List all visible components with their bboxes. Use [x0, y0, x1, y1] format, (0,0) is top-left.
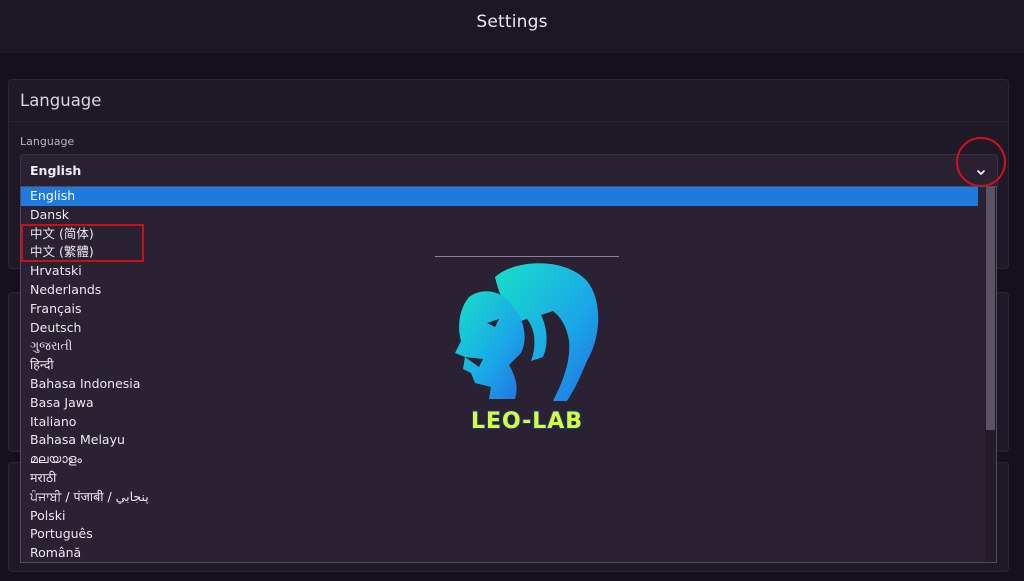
scrollbar-thumb[interactable]	[986, 187, 995, 430]
language-select-value: English	[30, 163, 82, 178]
section-divider	[9, 121, 1008, 122]
language-option[interactable]: Português	[21, 525, 978, 544]
logo-wordmark: LEO-LAB	[470, 408, 584, 435]
scrollbar[interactable]	[985, 187, 996, 562]
section-heading: Language	[20, 91, 102, 110]
top-bar: Settings	[0, 0, 1024, 53]
language-field-label: Language	[20, 135, 75, 148]
language-option[interactable]: English	[21, 187, 978, 206]
chevron-down-icon[interactable]	[974, 164, 988, 178]
language-option[interactable]: Română	[21, 544, 978, 562]
language-option[interactable]: 中文 (简体)	[21, 225, 978, 244]
leo-lab-logo: LEO-LAB	[435, 256, 619, 442]
language-option[interactable]: Dansk	[21, 206, 978, 225]
language-select[interactable]: English	[20, 154, 998, 187]
language-option[interactable]: Polski	[21, 507, 978, 526]
page-title: Settings	[476, 12, 548, 32]
language-option[interactable]: മലയാളം	[21, 450, 978, 469]
language-option[interactable]: मराठी	[21, 469, 978, 488]
language-option[interactable]: ਪੰਜਾਬੀ / पंजाबी / پنجابي	[21, 488, 978, 507]
